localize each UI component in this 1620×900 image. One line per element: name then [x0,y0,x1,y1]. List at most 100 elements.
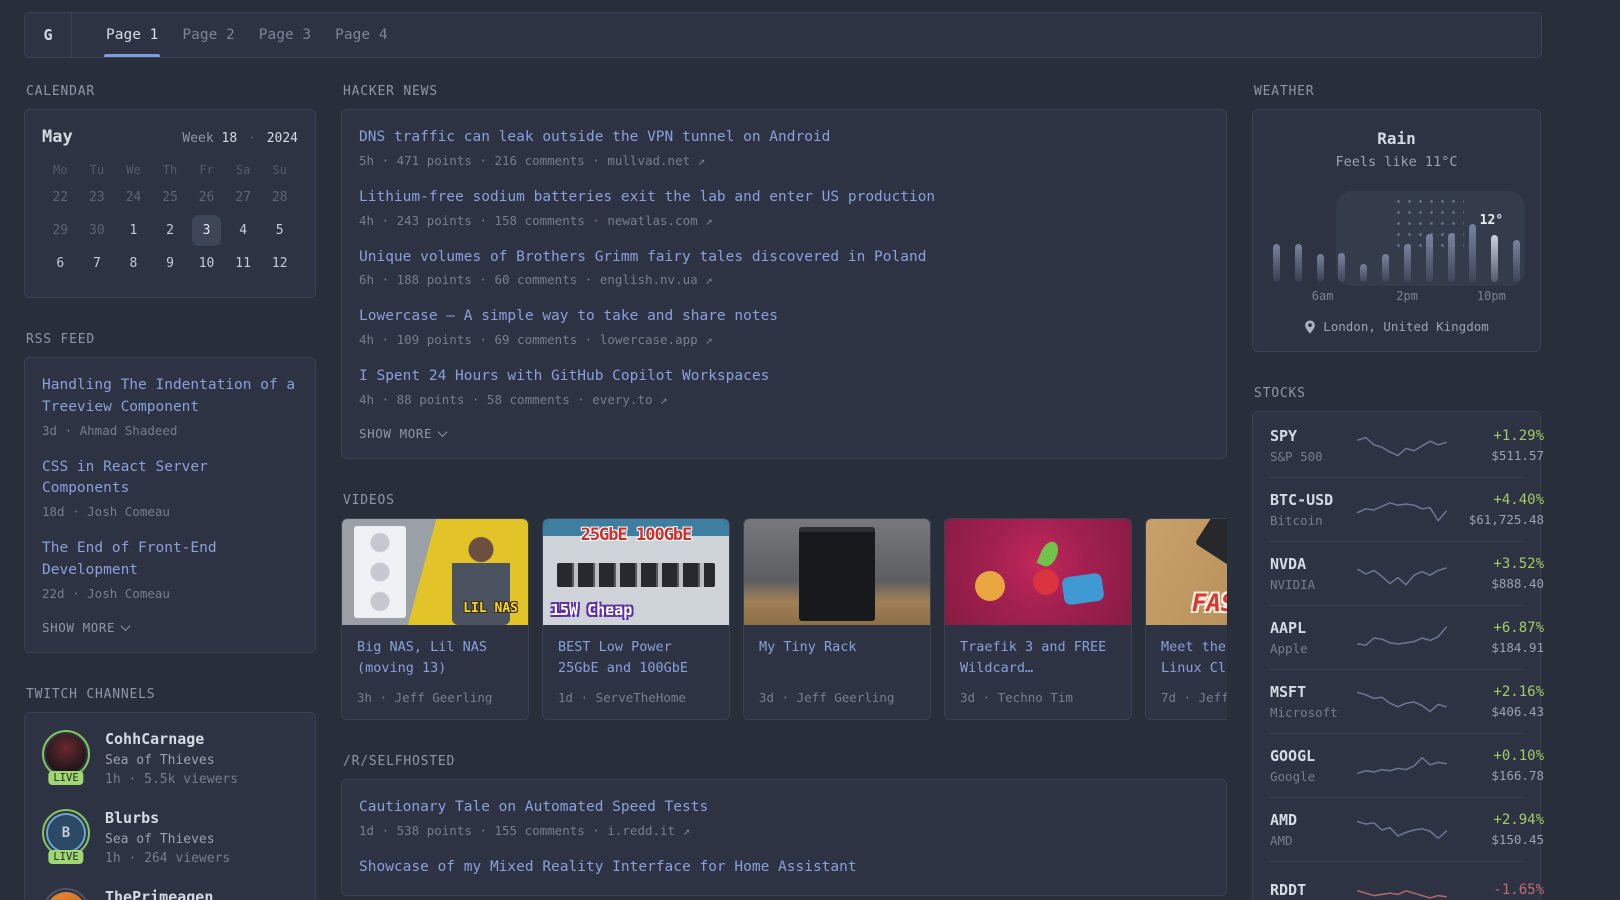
twitch-channel-game: Sea of Thieves [105,752,215,768]
video-thumbnail[interactable]: LIL NAS [342,518,528,625]
app-logo: G [25,13,72,57]
switch-ports-graphic [557,562,715,587]
hn-show-more-button[interactable]: SHOW MORE [359,426,1209,441]
rss-item-link[interactable]: Handling The Indentation of a Treeview C… [42,375,298,419]
video-card[interactable]: Traefik 3 and FREE Wildcard… 3d · Techno… [944,517,1132,720]
rss-item-meta: 22d · Josh Comeau [42,585,170,601]
weather-condition: Rain [1377,129,1416,148]
stock-symbol: AMD [1270,811,1298,829]
video-meta: 7d · Jeff Geerling [1161,689,1227,705]
stock-sparkline [1356,749,1448,783]
time-tick: 2pm [1396,289,1418,303]
twitch-channel-name[interactable]: CohhCarnage [105,730,238,748]
hn-item-link[interactable]: Lithium-free sodium batteries exit the l… [359,187,1209,209]
calendar-day: 23 [89,190,105,205]
weather-bar [1338,253,1346,282]
twitch-channel-name[interactable]: Blurbs [105,809,230,827]
stock-row[interactable]: GOOGL Google +0.10% $166.78 [1270,733,1544,797]
avatar[interactable] [42,887,90,900]
video-thumbnail[interactable]: 25GbE 100GbE 15W Cheap [543,518,729,625]
stock-change: +4.40% [1493,492,1544,508]
stock-name: NVIDIA [1270,577,1316,592]
video-title[interactable]: My Tiny Rack [759,637,915,681]
stock-row[interactable]: RDDT -1.65% [1270,861,1544,900]
video-thumbnail[interactable] [945,518,1131,625]
show-more-label: SHOW MORE [359,425,433,441]
stock-name: S&P 500 [1270,449,1323,464]
tab-page-1[interactable]: Page 1 [94,13,170,57]
weather-bar [1425,234,1433,282]
calendar-day: 10 [198,256,215,271]
stock-symbol: SPY [1270,427,1298,445]
stock-row[interactable]: SPY S&P 500 +1.29% $511.57 [1270,414,1544,477]
weather-bar [1294,243,1302,282]
weekday-label: Mo [53,163,68,177]
video-card[interactable]: 25GbE 100GbE 15W Cheap BEST Low Power 25… [542,517,730,720]
stock-price: $61,725.48 [1468,512,1544,527]
calendar-day-selected: 3 [192,215,221,246]
video-card[interactable]: LIL NAS Big NAS, Lil NAS (moving 13) 3h … [341,517,529,720]
twitch-channel-name[interactable]: ThePrimeagen [105,888,213,900]
video-thumbnail[interactable]: FAS [1146,518,1227,625]
avatar[interactable]: LIVE [42,729,90,785]
live-badge: LIVE [48,849,84,864]
stock-row[interactable]: NVDA NVIDIA +3.52% $888.40 [1270,541,1544,605]
video-card[interactable]: My Tiny Rack 3d · Jeff Geerling [743,517,931,720]
reddit-item-link[interactable]: Showcase of my Mixed Reality Interface f… [359,857,1209,879]
tab-page-4[interactable]: Page 4 [323,13,399,57]
hn-item-link[interactable]: Unique volumes of Brothers Grimm fairy t… [359,247,1209,269]
blurbs-avatar-image: B [46,812,86,853]
video-meta: 3h · Jeff Geerling [357,689,493,705]
stock-change: +2.16% [1493,684,1544,700]
calendar-day: 24 [125,190,142,205]
thumbnail-text: 25GbE 100GbE [580,524,693,545]
stock-row[interactable]: BTC-USD Bitcoin +4.40% $61,725.48 [1270,477,1544,541]
reddit-item: Cautionary Tale on Automated Speed Tests… [359,797,1209,838]
leaf-icon-graphic [1036,538,1062,569]
video-title[interactable]: Traefik 3 and FREE Wildcard… [960,637,1116,681]
stock-row[interactable]: AMD AMD +2.94% $150.45 [1270,797,1544,861]
weather-bars [1270,186,1523,282]
stock-symbol: BTC-USD [1270,491,1334,509]
tab-page-2[interactable]: Page 2 [170,13,246,57]
twitch-channel-row[interactable]: B LIVE Blurbs Sea of Thieves 1h · 264 vi… [42,808,298,866]
stocks-widget-title: STOCKS [1254,386,1306,401]
stock-change: +2.94% [1493,812,1544,828]
weekday-label: Sa [235,163,251,177]
video-card[interactable]: FAS Meet the Linux Clu 7d · Jeff Geerlin… [1145,517,1227,720]
twitch-channel-row[interactable]: ThePrimeagen [42,887,298,900]
hn-item: Unique volumes of Brothers Grimm fairy t… [359,247,1209,288]
hn-item-link[interactable]: DNS traffic can leak outside the VPN tun… [359,127,1209,149]
calendar-widget: CALENDAR May Week 18 · 2024 Mo Tu We Th … [24,84,316,298]
avatar[interactable]: B LIVE [42,808,90,864]
reddit-item-link[interactable]: Cautionary Tale on Automated Speed Tests [359,797,1209,819]
stock-change: +1.29% [1493,428,1544,444]
stock-symbol: NVDA [1270,555,1307,573]
stock-price: $166.78 [1491,768,1544,783]
rss-item: Handling The Indentation of a Treeview C… [42,375,298,438]
stock-row[interactable]: AAPL Apple +6.87% $184.91 [1270,605,1544,669]
rss-item: The End of Front-End Development 22d · J… [42,538,298,601]
twitch-channel-row[interactable]: LIVE CohhCarnage Sea of Thieves 1h · 5.5… [42,729,298,787]
calendar-day: 26 [198,190,215,205]
stock-sparkline [1356,493,1448,527]
hn-item-meta: 4h · 109 points · 69 comments · lowercas… [359,332,713,347]
hn-item-link[interactable]: I Spent 24 Hours with GitHub Copilot Wor… [359,366,1209,388]
video-thumbnail[interactable] [744,518,930,625]
stock-price: $888.40 [1491,576,1544,591]
stock-symbol: AAPL [1270,619,1307,637]
video-title[interactable]: BEST Low Power 25GbE and 100GbE Switch… [558,637,714,681]
hn-item-link[interactable]: Lowercase – A simple way to take and sha… [359,306,1209,328]
rss-show-more-button[interactable]: SHOW MORE [42,620,298,635]
theprimeagen-avatar-image [46,891,86,900]
tab-page-3[interactable]: Page 3 [247,13,323,57]
video-title[interactable]: Meet the Linux Clu [1161,637,1227,681]
video-meta: 3d · Jeff Geerling [759,689,895,705]
rss-item-link[interactable]: The End of Front-End Development [42,538,298,582]
stock-row[interactable]: MSFT Microsoft +2.16% $406.43 [1270,669,1544,733]
rss-item-link[interactable]: CSS in React Server Components [42,457,298,501]
video-title[interactable]: Big NAS, Lil NAS (moving 13) [357,637,513,681]
calendar-week-year: Week 18 · 2024 [182,131,298,146]
hacker-news-card: DNS traffic can leak outside the VPN tun… [341,109,1227,459]
time-tick: 10pm [1476,289,1506,303]
